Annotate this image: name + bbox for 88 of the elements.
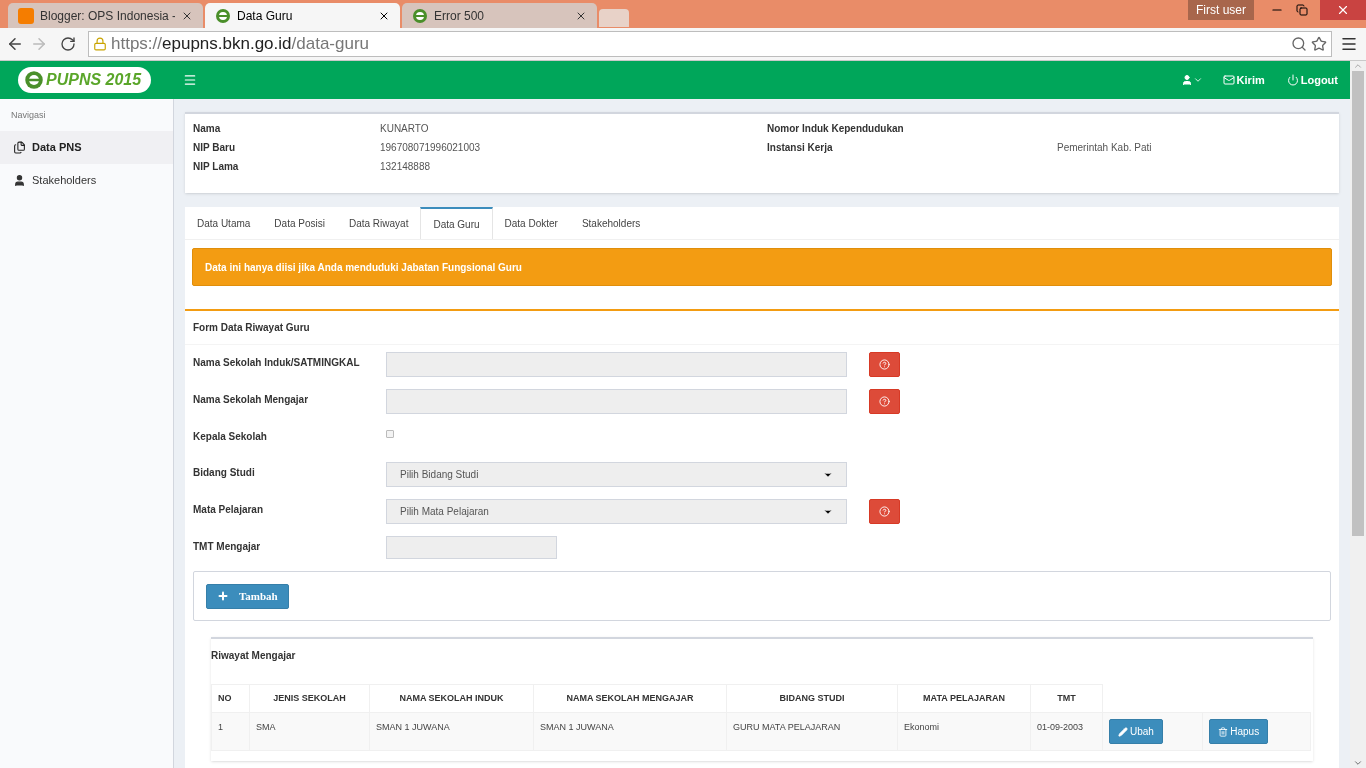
column-header: MATA PELAJARAN <box>897 684 1031 713</box>
caret-icon <box>1192 75 1203 85</box>
tab[interactable]: Data Dokter <box>492 207 570 239</box>
column-header: JENIS SEKOLAH <box>249 684 370 713</box>
table-cell: 1 <box>211 712 250 751</box>
text-input[interactable] <box>386 352 847 377</box>
tab-title: Blogger: OPS Indonesia - <box>40 7 175 25</box>
bookmark-star-icon[interactable] <box>1311 36 1327 52</box>
add-button[interactable]: Tambah <box>206 583 289 609</box>
table-cell: SMA <box>249 712 370 751</box>
select-field[interactable]: Pilih Mata Pelajaran <box>386 499 847 524</box>
column-header: TMT <box>1030 684 1103 713</box>
sidebar-item[interactable]: Stakeholders <box>0 163 173 197</box>
documents-icon <box>13 140 26 154</box>
blogger-icon <box>18 7 34 24</box>
forward-icon[interactable] <box>30 35 48 53</box>
field-label: Mata Pelajaran <box>193 503 265 517</box>
field-label: TMT Mengajar <box>193 540 262 554</box>
field-label: Instansi Kerja <box>767 141 834 155</box>
menu-icon[interactable] <box>1340 35 1358 53</box>
tab[interactable]: Data Posisi <box>262 207 337 239</box>
column-header: NO <box>211 684 250 713</box>
field-label: Nomor Induk Kependudukan <box>767 122 905 136</box>
close-icon <box>1336 3 1350 17</box>
tab-title: Data Guru <box>237 7 294 25</box>
edit-button[interactable]: Ubah <box>1109 719 1163 744</box>
mail-icon <box>1222 74 1235 86</box>
profile-name[interactable]: First user <box>1188 0 1254 20</box>
scroll-up-icon[interactable] <box>1353 61 1363 71</box>
field-value: KUNARTO <box>380 122 430 136</box>
table-cell: SMAN 1 JUWANA <box>369 712 534 751</box>
scrollbar[interactable] <box>1350 61 1366 768</box>
tab[interactable]: Data Riwayat <box>336 207 421 239</box>
sidebar-item[interactable]: Data PNS <box>0 130 173 164</box>
trash-icon <box>1218 726 1229 737</box>
field-label: Kepala Sekolah <box>193 430 268 444</box>
tab[interactable]: Data Utama <box>185 207 263 239</box>
reload-icon[interactable] <box>60 36 76 52</box>
user-icon <box>13 173 26 187</box>
form-title: Form Data Riwayat Guru <box>185 311 1339 345</box>
field-label: Nama <box>193 122 222 136</box>
delete-button[interactable]: Hapus <box>1209 719 1269 744</box>
field-value: Pemerintah Kab. Pati <box>1057 141 1153 155</box>
zoom-icon[interactable] <box>1291 36 1307 52</box>
field-label: NIP Lama <box>193 160 240 174</box>
browser-tab[interactable]: Data Guru <box>205 3 400 28</box>
field-value: 196708071996021003 <box>380 141 482 155</box>
question-icon <box>879 359 890 370</box>
select-field[interactable]: Pilih Bidang Studi <box>386 462 847 487</box>
panel-title: Riwayat Mengajar <box>211 649 297 663</box>
restore-icon[interactable] <box>1296 4 1308 16</box>
field-label: Nama Sekolah Induk/SATMINGKAL <box>193 356 361 370</box>
table-cell: Ekonomi <box>897 712 1031 751</box>
address-field[interactable]: https://epupns.bkn.go.id/data-guru <box>88 31 1332 57</box>
text-input[interactable] <box>386 389 847 414</box>
help-button[interactable] <box>869 499 900 524</box>
sidebar-heading: Navigasi <box>10 109 47 122</box>
checkbox[interactable] <box>386 430 394 438</box>
table-cell: GURU MATA PELAJARAN <box>726 712 898 751</box>
date-input[interactable] <box>386 536 557 559</box>
close-window-button[interactable] <box>1320 0 1366 20</box>
plus-icon <box>217 590 229 602</box>
tab-title: Error 500 <box>434 7 486 25</box>
question-icon <box>879 396 890 407</box>
column-header: BIDANG STUDI <box>726 684 898 713</box>
user-menu-button[interactable] <box>1180 74 1203 86</box>
browser-tab[interactable]: Blogger: OPS Indonesia - <box>8 3 203 28</box>
field-label: Bidang Studi <box>193 466 256 480</box>
warning-alert: Data ini hanya diisi jika Anda menduduki Jabatan Fungsional Guru <box>192 248 1332 286</box>
help-button[interactable] <box>869 389 900 414</box>
user-icon <box>1180 74 1193 86</box>
column-header: NAMA SEKOLAH MENGAJAR <box>533 684 727 713</box>
table-cell: SMAN 1 JUWANA <box>533 712 727 751</box>
column-header: NAMA SEKOLAH INDUK <box>369 684 534 713</box>
field-label: Nama Sekolah Mengajar <box>193 393 310 407</box>
question-icon <box>879 506 890 517</box>
field-value: 132148888 <box>380 160 432 174</box>
browser-tab[interactable]: Error 500 <box>402 3 597 28</box>
url-text: https://epupns.bkn.go.id/data-guru <box>111 33 370 56</box>
tab[interactable]: Data Guru <box>420 207 493 239</box>
power-icon <box>1286 74 1299 86</box>
scroll-down-icon[interactable] <box>1353 758 1363 768</box>
table-cell: 01-09-2003 <box>1030 712 1103 751</box>
pencil-icon <box>1118 726 1128 737</box>
back-icon[interactable] <box>6 35 24 53</box>
field-label: NIP Baru <box>193 141 237 155</box>
tab[interactable]: Stakeholders <box>569 207 653 239</box>
help-button[interactable] <box>869 352 900 377</box>
